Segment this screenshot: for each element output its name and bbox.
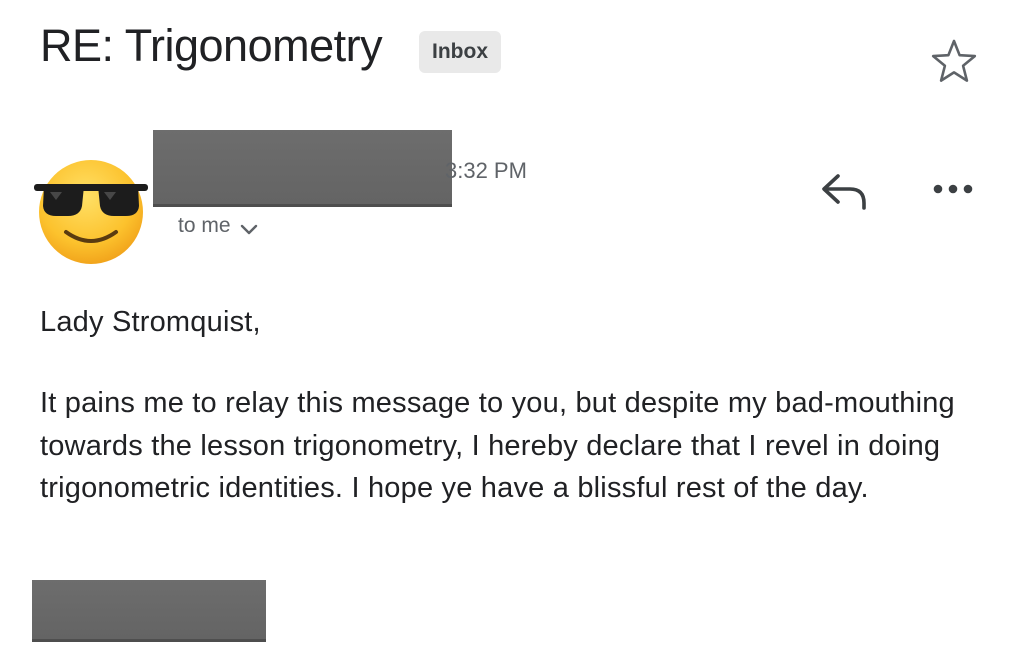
recipient-line: to me (178, 214, 231, 237)
email-body: It pains me to relay this message to you… (40, 387, 955, 504)
email-timestamp: 3:32 PM (445, 158, 527, 183)
chevron-down-icon (240, 224, 257, 235)
star-icon[interactable] (929, 36, 979, 86)
more-options-icon[interactable] (928, 174, 978, 204)
sunglasses-emoji-avatar[interactable] (32, 154, 150, 266)
email-greeting: Lady Stromquist, (40, 306, 261, 338)
signature-redacted (32, 580, 266, 642)
recipient-details-toggle[interactable]: to me (178, 214, 259, 238)
email-subject: RE: Trigonometry (40, 20, 383, 71)
reply-icon[interactable] (818, 168, 870, 212)
sender-name-redacted (153, 130, 452, 207)
inbox-label-chip[interactable]: Inbox (419, 31, 501, 73)
